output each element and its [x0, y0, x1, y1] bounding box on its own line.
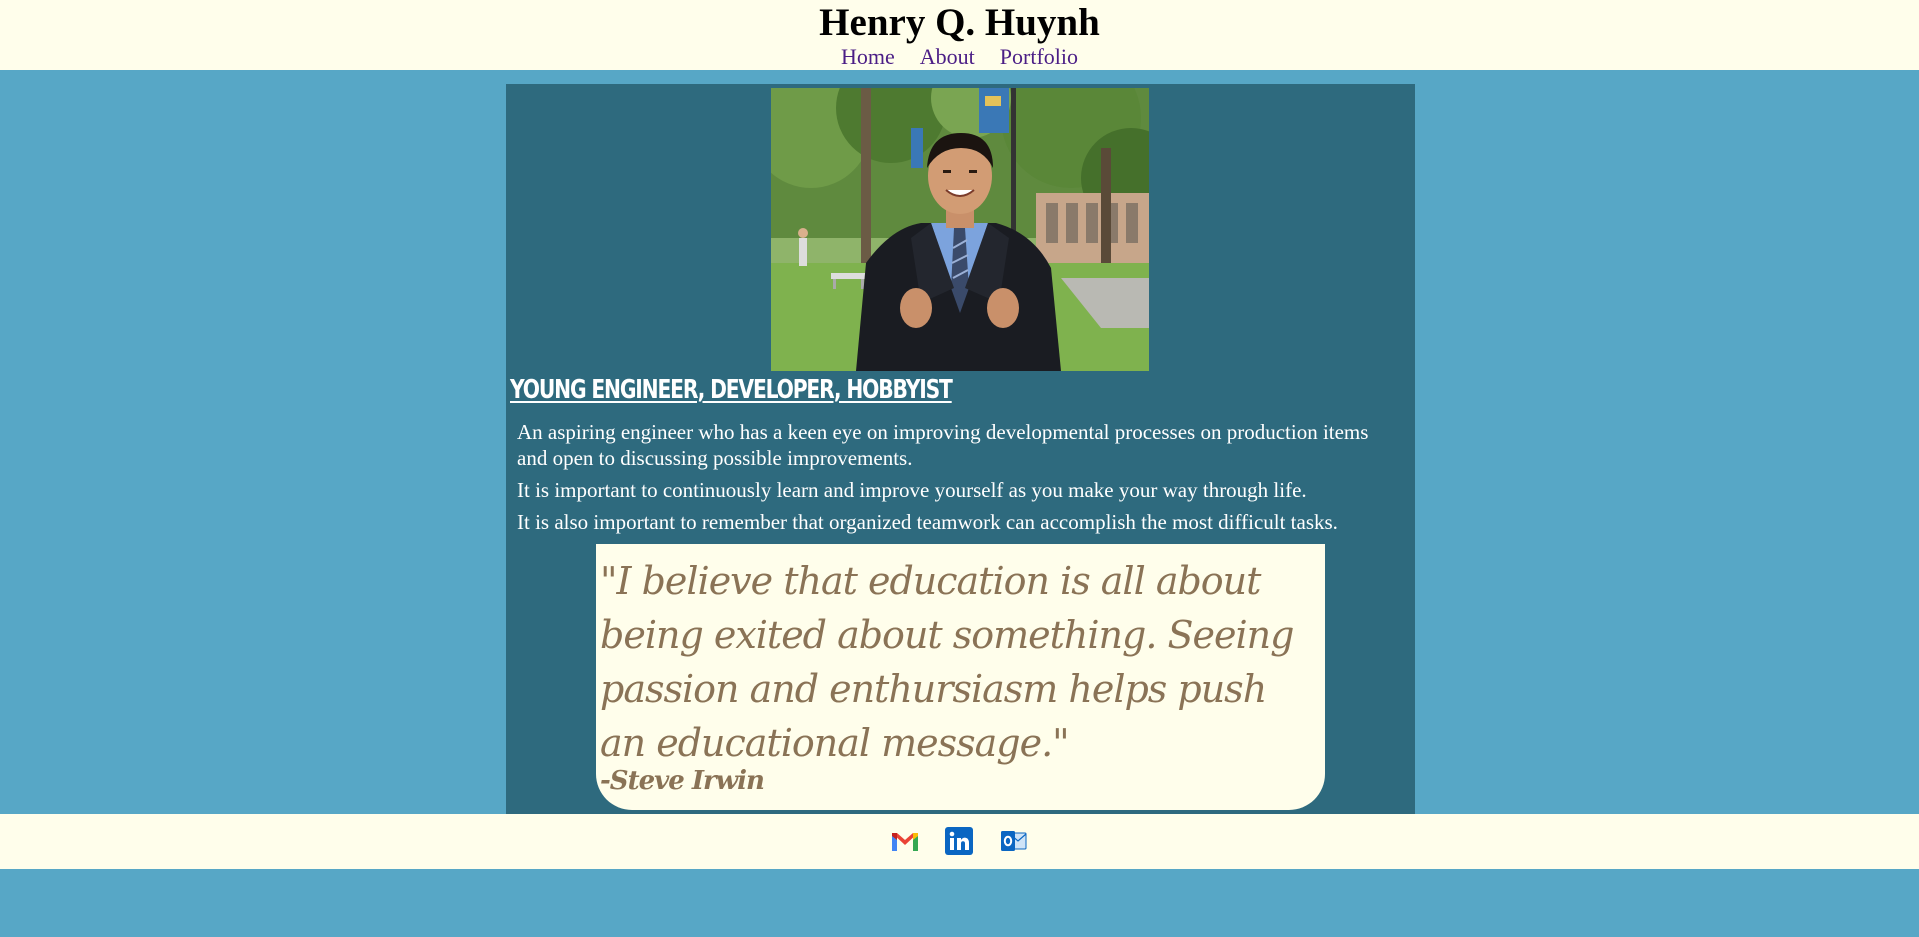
footer-contact-links [890, 826, 1028, 856]
quote-author: -Steve Irwin [600, 766, 765, 796]
gmail-icon[interactable] [890, 826, 920, 856]
site-footer [0, 814, 1919, 869]
nav-about-link[interactable]: About [920, 45, 975, 69]
tagline-heading: YOUNG ENGINEER, DEVELOPER, HOBBYIST [510, 375, 953, 405]
main-nav: Home About Portfolio [0, 45, 1919, 69]
linkedin-icon[interactable] [944, 826, 974, 856]
site-title: Henry Q. Huynh [819, 1, 1100, 44]
bio-paragraph: It is important to continuously learn an… [517, 478, 1307, 502]
about-panel: YOUNG ENGINEER, DEVELOPER, HOBBYIST An a… [506, 84, 1415, 814]
quote-text: "I believe that education is all about b… [600, 559, 1294, 765]
nav-home-link[interactable]: Home [841, 45, 895, 69]
profile-photo [771, 88, 1149, 371]
nav-portfolio-link[interactable]: Portfolio [1000, 45, 1078, 69]
quote-card: "I believe that education is all about b… [596, 544, 1325, 810]
bio-paragraph: An aspiring engineer who has a keen eye … [517, 420, 1369, 470]
outlook-icon[interactable] [998, 826, 1028, 856]
site-header: Henry Q. Huynh Home About Portfolio [0, 0, 1919, 70]
bio-paragraph: It is also important to remember that or… [517, 510, 1338, 534]
bio-section: An aspiring engineer who has a keen eye … [517, 419, 1407, 541]
